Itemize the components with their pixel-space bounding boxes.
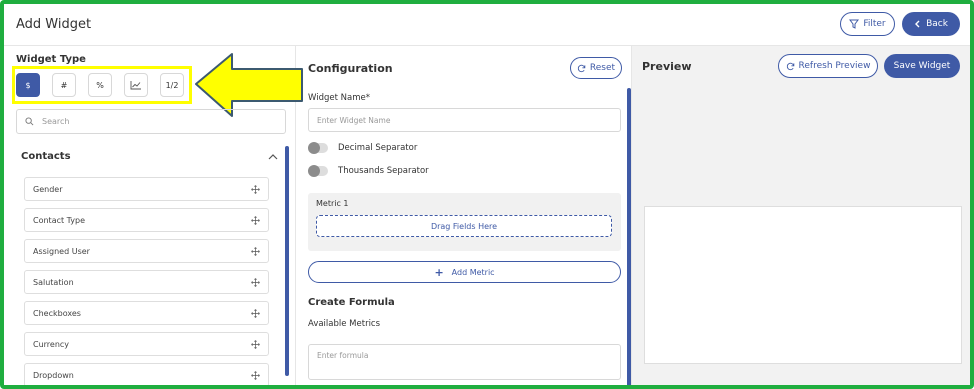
field-label: Gender [33, 184, 63, 194]
decimal-separator-label: Decimal Separator [338, 143, 418, 153]
field-checkboxes[interactable]: Checkboxes [24, 301, 269, 325]
filter-label: Filter [863, 19, 886, 29]
reset-button[interactable]: Reset [570, 57, 622, 79]
add-metric-label: Add Metric [451, 267, 495, 277]
drag-move-icon[interactable] [251, 184, 260, 194]
search-placeholder: Search [42, 117, 70, 126]
widget-type-label: Widget Type [16, 54, 86, 65]
top-bar: Add Widget Filter Back [4, 4, 970, 46]
decimal-separator-toggle[interactable] [308, 142, 328, 154]
widget-name-label: Widget Name* [308, 93, 370, 103]
widget-name-input[interactable]: Enter Widget Name [308, 108, 621, 132]
field-label: Checkboxes [33, 308, 81, 318]
screenshot-frame: Add Widget Filter Back Widget Type $ # %… [0, 0, 974, 389]
add-metric-button[interactable]: + Add Metric [308, 261, 621, 283]
type-chart-button[interactable] [124, 73, 148, 97]
drag-move-icon[interactable] [251, 370, 260, 380]
preview-canvas [644, 206, 962, 364]
metric-box: Metric 1 Drag Fields Here [308, 193, 621, 251]
drag-move-icon[interactable] [251, 308, 260, 318]
contacts-section-header[interactable]: Contacts [21, 151, 278, 162]
search-input[interactable]: Search [16, 109, 286, 134]
type-number-button[interactable]: # [52, 73, 76, 97]
drag-move-icon[interactable] [251, 277, 260, 287]
fields-scrollbar[interactable] [285, 146, 289, 376]
available-metrics-label: Available Metrics [308, 319, 381, 329]
configuration-title: Configuration [308, 62, 393, 75]
field-currency[interactable]: Currency [24, 332, 269, 356]
chevron-left-icon [914, 20, 922, 28]
refresh-preview-label: Refresh Preview [798, 61, 871, 71]
widget-name-placeholder: Enter Widget Name [317, 115, 391, 125]
field-label: Currency [33, 339, 70, 349]
metric-label: Metric 1 [316, 199, 349, 208]
section-title: Contacts [21, 151, 71, 162]
type-percent-button[interactable]: % [88, 73, 112, 97]
field-assigned-user[interactable]: Assigned User [24, 239, 269, 263]
plus-icon: + [434, 265, 444, 279]
field-contact-type[interactable]: Contact Type [24, 208, 269, 232]
field-dropdown[interactable]: Dropdown [24, 363, 269, 385]
drag-move-icon[interactable] [251, 339, 260, 349]
configuration-panel: Configuration Reset Widget Name* Enter W… [296, 46, 632, 385]
search-icon [25, 117, 34, 126]
create-formula-title: Create Formula [308, 297, 395, 308]
formula-placeholder: Enter formula [317, 351, 369, 360]
line-chart-icon [130, 80, 142, 90]
chevron-up-icon[interactable] [268, 153, 278, 161]
reset-label: Reset [589, 63, 616, 73]
page-title: Add Widget [16, 17, 92, 32]
type-currency-button[interactable]: $ [16, 73, 40, 97]
widget-type-panel: Widget Type $ # % 1/2 Search Contacts Ge… [4, 46, 303, 385]
field-label: Salutation [33, 277, 74, 287]
refresh-preview-button[interactable]: Refresh Preview [778, 54, 878, 78]
refresh-icon [786, 62, 795, 71]
filter-icon [849, 19, 860, 29]
drag-move-icon[interactable] [251, 215, 260, 225]
thousands-separator-label: Thousands Separator [338, 166, 429, 176]
decimal-separator-row: Decimal Separator [308, 142, 418, 154]
drag-move-icon[interactable] [251, 246, 260, 256]
refresh-icon [577, 64, 586, 73]
preview-title: Preview [642, 60, 692, 73]
preview-panel: Preview Refresh Preview Save Widget [632, 46, 970, 385]
formula-textarea[interactable]: Enter formula [308, 344, 621, 380]
thousands-separator-row: Thousands Separator [308, 165, 429, 177]
field-label: Dropdown [33, 370, 74, 380]
back-label: Back [926, 19, 948, 29]
configuration-scrollbar[interactable] [627, 88, 631, 385]
metric-dropzone[interactable]: Drag Fields Here [316, 215, 612, 237]
thousands-separator-toggle[interactable] [308, 165, 328, 177]
field-label: Assigned User [33, 246, 90, 256]
field-salutation[interactable]: Salutation [24, 270, 269, 294]
save-widget-button[interactable]: Save Widget [884, 54, 960, 78]
field-gender[interactable]: Gender [24, 177, 269, 201]
field-label: Contact Type [33, 215, 86, 225]
filter-button[interactable]: Filter [840, 12, 895, 36]
type-fraction-button[interactable]: 1/2 [160, 73, 184, 97]
back-button[interactable]: Back [902, 12, 960, 36]
